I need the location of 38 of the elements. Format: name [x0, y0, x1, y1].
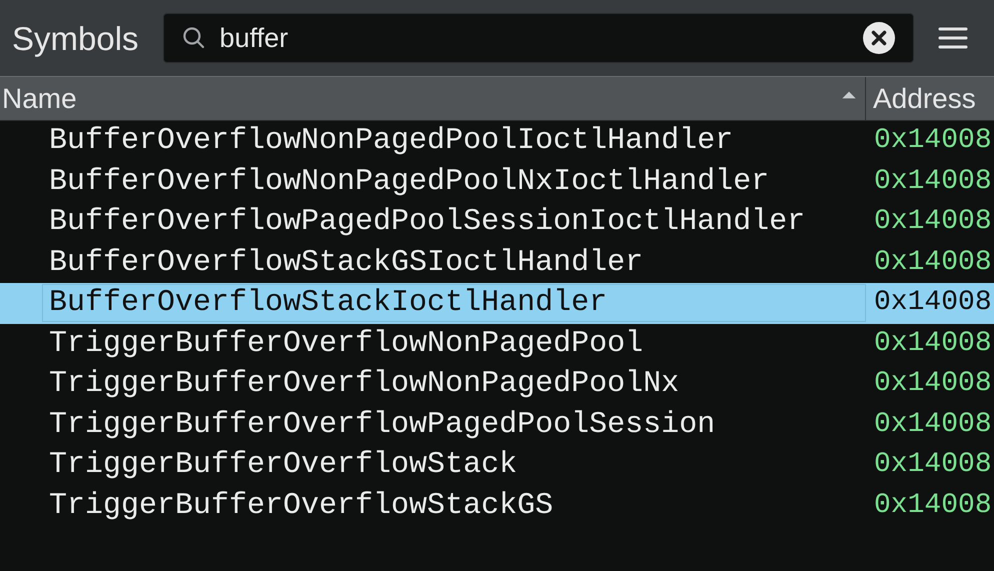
symbol-name: TriggerBufferOverflowNonPagedPoolNx: [48, 369, 680, 400]
symbol-row[interactable]: TriggerBufferOverflowNonPagedPoolNx 0x14008: [0, 364, 994, 404]
symbol-row[interactable]: TriggerBufferOverflowStack 0x14008: [0, 445, 994, 486]
symbol-row[interactable]: TriggerBufferOverflowNonPagedPool 0x14008: [0, 324, 994, 364]
symbol-address: 0x14008: [873, 492, 992, 520]
symbol-name: BufferOverflowNonPagedPoolNxIoctlHandler: [48, 166, 770, 197]
search-box[interactable]: buffer: [162, 13, 914, 63]
symbol-address: 0x14008: [873, 410, 992, 439]
symbol-address: 0x14008: [873, 330, 992, 358]
symbol-address: 0x14008: [873, 370, 992, 398]
symbol-name: TriggerBufferOverflowStackGS: [48, 490, 554, 521]
symbol-name: BufferOverflowStackGSIoctlHandler: [48, 248, 644, 278]
symbol-address: 0x14008: [873, 289, 992, 318]
symbol-name: TriggerBufferOverflowStack: [48, 450, 518, 480]
menu-icon[interactable]: [938, 26, 968, 50]
symbol-address: 0x14008: [873, 127, 992, 156]
symbol-name: TriggerBufferOverflowPagedPoolSession: [48, 410, 716, 440]
symbol-address: 0x14008: [873, 248, 992, 277]
symbol-name: BufferOverflowNonPagedPoolIoctlHandler: [48, 126, 734, 156]
symbol-row[interactable]: TriggerBufferOverflowPagedPoolSession 0x14008: [0, 404, 994, 445]
search-field[interactable]: buffer: [220, 18, 849, 58]
symbol-row[interactable]: BufferOverflowPagedPoolSessionIoctlHandler 0x14008: [0, 202, 994, 242]
symbol-row[interactable]: TriggerBufferOverflowStackGS 0x14008: [0, 486, 994, 526]
symbol-row[interactable]: BufferOverflowNonPagedPoolNxIoctlHandler 0x14008: [0, 162, 994, 202]
clear-icon[interactable]: [862, 22, 895, 54]
search-icon: [182, 26, 206, 50]
symbol-address: 0x14008: [873, 168, 992, 196]
panel-title: Symbols: [12, 22, 139, 54]
column-header[interactable]: Address: [866, 77, 994, 120]
column-header[interactable]: Name: [0, 77, 866, 120]
symbol-row[interactable]: BufferOverflowNonPagedPoolIoctlHandler 0x14008: [0, 121, 994, 162]
symbol-name: TriggerBufferOverflowNonPagedPool: [48, 328, 644, 359]
symbol-address: 0x14008: [873, 451, 992, 480]
symbol-name: BufferOverflowStackIoctlHandler: [42, 284, 866, 322]
symbol-row[interactable]: BufferOverflowStackGSIoctlHandler 0x14008: [0, 242, 994, 283]
symbol-name: BufferOverflowPagedPoolSessionIoctlHandler: [48, 207, 806, 238]
symbol-address: 0x14008: [873, 208, 992, 236]
symbol-row[interactable]: BufferOverflowStackIoctlHandler 0x14008: [0, 283, 994, 324]
